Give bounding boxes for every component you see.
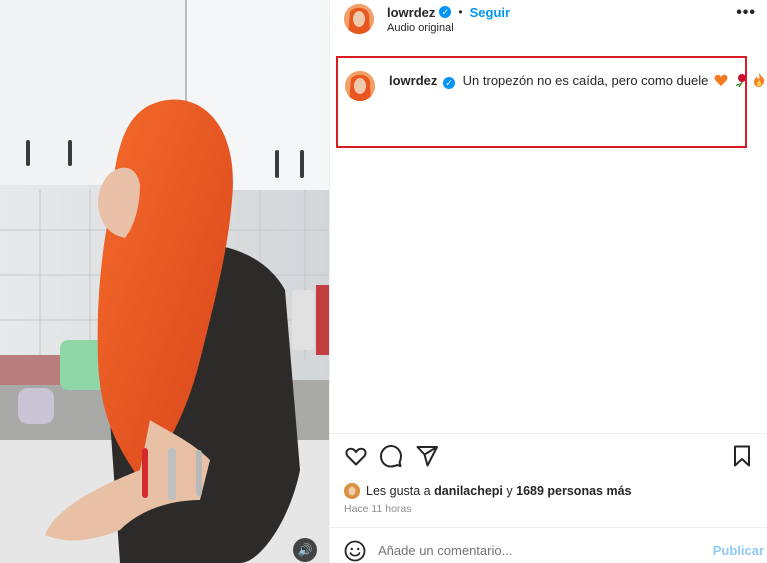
share-button[interactable] bbox=[415, 444, 439, 468]
more-options-icon[interactable]: ••• bbox=[736, 4, 756, 22]
caption-username[interactable]: lowrdez bbox=[389, 73, 437, 88]
liked-by-username[interactable]: danilachepi bbox=[434, 484, 503, 498]
share-icon bbox=[416, 446, 438, 467]
follow-button[interactable]: Seguir bbox=[470, 5, 510, 20]
reel-video[interactable]: 🔊 bbox=[0, 0, 329, 563]
caption-highlight-box bbox=[336, 56, 747, 148]
caption-avatar[interactable] bbox=[345, 71, 375, 101]
likes-count[interactable]: 1689 personas más bbox=[516, 484, 631, 498]
comment-icon bbox=[380, 445, 402, 468]
emoji-picker-button[interactable] bbox=[344, 540, 366, 562]
caption-text: Un tropezón no es caída, pero como duele bbox=[462, 73, 709, 88]
likes-prefix: Les gusta a bbox=[366, 484, 431, 498]
publish-button[interactable]: Publicar bbox=[713, 543, 764, 558]
save-button[interactable] bbox=[730, 444, 754, 468]
bookmark-icon bbox=[734, 445, 750, 467]
comment-bar: Publicar bbox=[330, 527, 767, 563]
avatar-image bbox=[345, 71, 375, 101]
mute-button[interactable]: 🔊 bbox=[293, 538, 317, 562]
post-caption: lowrdez ✓ Un tropezón no es caída, pero … bbox=[389, 73, 765, 91]
orange-heart-icon bbox=[714, 74, 728, 91]
smiley-icon bbox=[344, 540, 366, 562]
video-frame-illustration bbox=[0, 0, 329, 563]
post-sidebar: lowrdez ✓ • Seguir Audio original ••• lo… bbox=[329, 0, 767, 563]
verified-badge-icon: ✓ bbox=[439, 6, 452, 18]
liker-avatar[interactable] bbox=[344, 483, 360, 499]
audio-label[interactable]: Audio original bbox=[387, 22, 454, 34]
fire-icon bbox=[753, 73, 765, 91]
red-rose-icon bbox=[734, 73, 748, 91]
post-timestamp[interactable]: Hace 11 horas bbox=[344, 503, 412, 515]
likes-joiner: y bbox=[506, 484, 513, 498]
verified-badge-icon: ✓ bbox=[443, 77, 456, 89]
likes-summary: Les gusta a danilachepi y 1689 personas … bbox=[344, 482, 631, 500]
comment-input[interactable] bbox=[378, 538, 698, 562]
heart-icon bbox=[345, 447, 367, 466]
author-avatar[interactable] bbox=[344, 4, 374, 34]
speaker-icon: 🔊 bbox=[297, 543, 313, 557]
post-header: lowrdez ✓ • Seguir Audio original ••• bbox=[330, 0, 767, 40]
avatar-image bbox=[344, 4, 374, 34]
actions-divider bbox=[330, 433, 767, 434]
separator-dot: • bbox=[458, 5, 463, 19]
like-button[interactable] bbox=[344, 444, 368, 468]
comment-button[interactable] bbox=[379, 444, 403, 468]
post-actions bbox=[330, 440, 767, 472]
author-username[interactable]: lowrdez bbox=[387, 5, 435, 20]
